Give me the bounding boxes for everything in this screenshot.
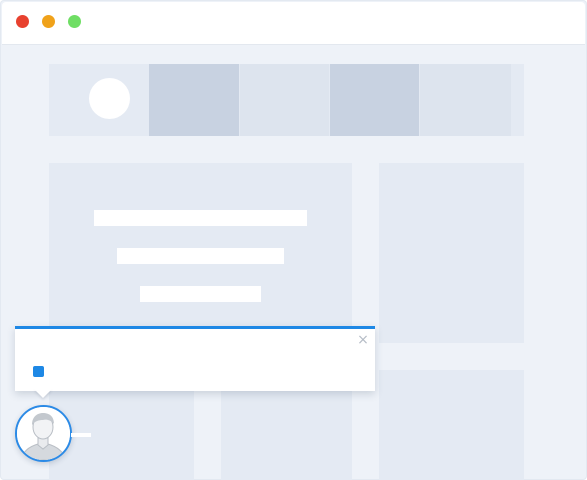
avatar-connector: [71, 433, 91, 437]
close-window-button[interactable]: [16, 15, 29, 28]
minimize-window-button[interactable]: [42, 15, 55, 28]
sidebar-card-top: [379, 163, 524, 343]
popup-pointer: [34, 389, 52, 398]
message-indicator: [33, 366, 44, 377]
nav-placeholder-4: [420, 64, 511, 136]
nav-placeholder-3: [330, 64, 419, 136]
window-titlebar: [2, 2, 585, 45]
chat-popup: ×: [15, 326, 375, 391]
nav-placeholder-2: [240, 64, 329, 136]
logo-placeholder: [89, 78, 130, 119]
text-line-placeholder: [117, 248, 284, 264]
nav-placeholder-1: [149, 64, 239, 136]
close-icon[interactable]: ×: [356, 333, 370, 347]
chat-avatar-button[interactable]: [15, 405, 72, 462]
text-line-placeholder: [140, 286, 261, 302]
browser-window: ×: [0, 0, 587, 480]
sidebar-card-bottom: [379, 370, 524, 480]
maximize-window-button[interactable]: [68, 15, 81, 28]
user-silhouette-icon: [17, 407, 70, 460]
text-line-placeholder: [94, 210, 307, 226]
